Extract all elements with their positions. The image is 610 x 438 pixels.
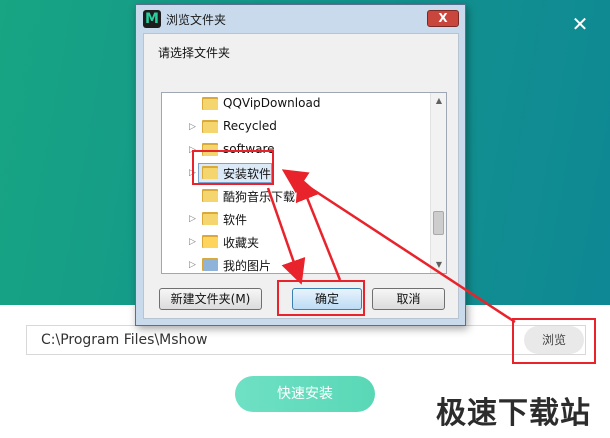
tree-item-label: Recycled: [223, 119, 277, 133]
selected-folder-highlight-box: [192, 150, 274, 185]
tree-item-label: 我的图片: [223, 259, 272, 273]
browse-button[interactable]: 浏览: [524, 326, 584, 354]
dialog-close-button[interactable]: X: [427, 10, 459, 27]
quick-install-button[interactable]: 快速安装: [235, 376, 375, 412]
scroll-down-arrow-icon[interactable]: ▼: [431, 257, 446, 273]
browse-folder-dialog: M 浏览文件夹 X 请选择文件夹 QQVipDownload ▷ Recycle…: [135, 4, 466, 326]
site-watermark: 极速下载站: [436, 396, 591, 431]
folder-icon: [202, 211, 218, 226]
folder-icon: [202, 188, 218, 203]
app-logo-icon: M: [143, 10, 161, 28]
favorites-folder-icon: [202, 234, 218, 249]
dialog-body: 请选择文件夹 QQVipDownload ▷ Recycled ▷ softwa…: [143, 33, 459, 319]
tree-item-label: 软件: [223, 213, 248, 227]
installer-close-icon[interactable]: ✕: [568, 12, 592, 36]
tree-item[interactable]: ▷ 软件: [162, 208, 432, 230]
install-path-field[interactable]: C:\Program Files\Mshow: [26, 325, 586, 355]
dialog-title: 浏览文件夹: [166, 13, 227, 27]
tree-item[interactable]: ▷ Recycled: [162, 116, 432, 138]
tree-item-label: QQVipDownload: [223, 96, 321, 110]
pictures-folder-icon: [202, 257, 218, 272]
cancel-button[interactable]: 取消: [372, 288, 445, 310]
new-folder-button[interactable]: 新建文件夹(M): [159, 288, 262, 310]
expand-arrow-icon[interactable]: ▷: [189, 236, 199, 248]
folder-icon: [202, 119, 218, 134]
dialog-titlebar[interactable]: M 浏览文件夹 X: [136, 5, 465, 33]
expand-arrow-icon[interactable]: ▷: [189, 259, 199, 271]
expand-arrow-icon[interactable]: ▷: [189, 213, 199, 225]
tree-scrollbar[interactable]: ▲ ▼: [430, 93, 446, 273]
expand-arrow-icon[interactable]: ▷: [189, 121, 199, 133]
install-path-text: C:\Program Files\Mshow: [41, 332, 208, 348]
tree-item-label: 收藏夹: [223, 236, 260, 250]
tree-item-label: 酷狗音乐下载: [223, 190, 296, 204]
scrollbar-thumb[interactable]: [433, 211, 444, 235]
dialog-prompt: 请选择文件夹: [158, 46, 231, 60]
scroll-up-arrow-icon[interactable]: ▲: [431, 93, 446, 109]
folder-icon: [202, 96, 218, 111]
tree-item[interactable]: ▷ 我的图片: [162, 254, 432, 273]
ok-button-highlight-box: [277, 280, 365, 316]
tree-item[interactable]: QQVipDownload: [162, 93, 432, 115]
tree-item[interactable]: 酷狗音乐下载: [162, 185, 432, 207]
tree-item[interactable]: ▷ 收藏夹: [162, 231, 432, 253]
